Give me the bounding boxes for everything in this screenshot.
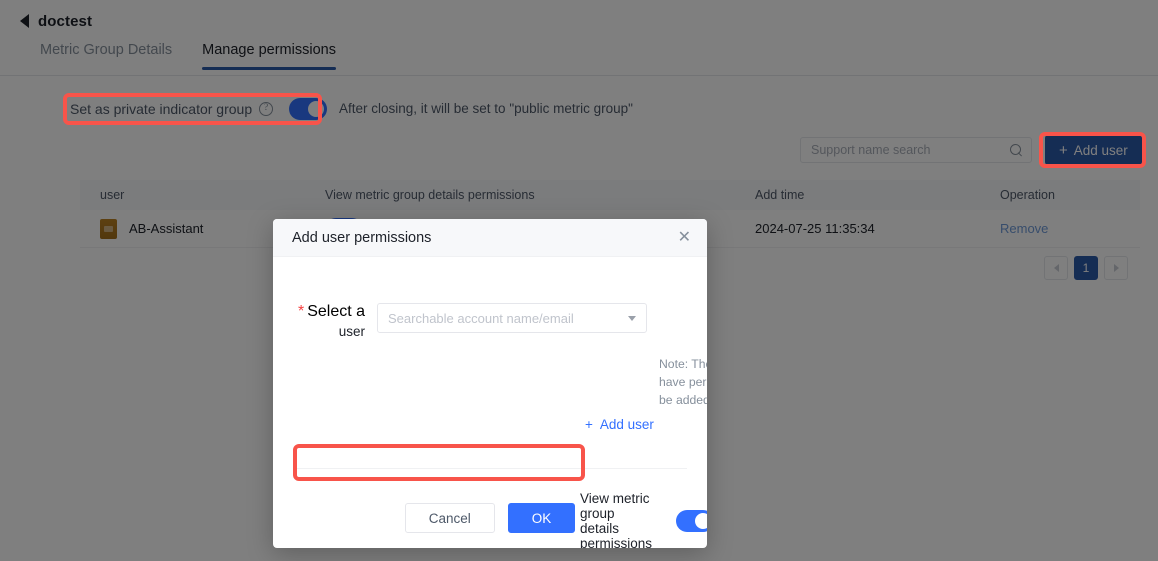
select-user-field: * Select a user Searchable account name/e…	[273, 303, 707, 343]
chevron-down-icon[interactable]	[628, 315, 636, 321]
dialog-body: * Select a user Searchable account name/e…	[273, 257, 707, 548]
app-root: doctest Metric Group Details Manage perm…	[0, 0, 1158, 561]
select-user-note: Note: The metric group owner and adminis…	[659, 357, 707, 407]
required-mark: *	[297, 303, 305, 320]
plus-icon: +	[585, 417, 593, 432]
dialog-add-user-link-label: Add user	[599, 417, 654, 432]
dialog-footer: Cancel OK	[273, 488, 707, 548]
add-user-permissions-dialog: Add user permissions ✕ * Select a user Se…	[273, 219, 707, 548]
cancel-button[interactable]: Cancel	[404, 503, 495, 533]
select-user-placeholder: Searchable account name/email	[388, 310, 574, 326]
dialog-title: Add user permissions	[292, 229, 432, 246]
dialog-add-user-link[interactable]: + Add user	[585, 417, 654, 432]
ok-button[interactable]: OK	[507, 503, 576, 533]
select-user-label-line2: user	[338, 324, 365, 339]
select-user-input[interactable]: Searchable account name/email	[377, 303, 647, 333]
dialog-header: Add user permissions ✕	[273, 219, 707, 257]
close-icon[interactable]: ✕	[678, 229, 691, 246]
select-user-label-line1: * Select a	[297, 303, 365, 320]
dialog-divider	[293, 468, 687, 469]
